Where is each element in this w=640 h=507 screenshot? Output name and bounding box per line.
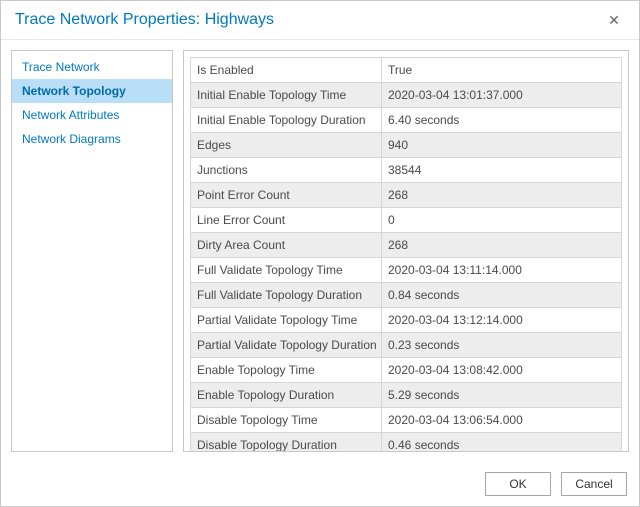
table-row: Full Validate Topology Time2020-03-04 13… (191, 258, 622, 283)
property-value: 2020-03-04 13:12:14.000 (382, 308, 622, 333)
cancel-button[interactable]: Cancel (561, 472, 627, 496)
property-value: 5.29 seconds (382, 383, 622, 408)
property-label: Disable Topology Time (191, 408, 382, 433)
property-value: 0.23 seconds (382, 333, 622, 358)
table-row: Initial Enable Topology Duration6.40 sec… (191, 108, 622, 133)
property-label: Partial Validate Topology Time (191, 308, 382, 333)
table-row: Disable Topology Duration0.46 seconds (191, 433, 622, 453)
property-value: 940 (382, 133, 622, 158)
dialog-body: Trace NetworkNetwork TopologyNetwork Att… (1, 40, 639, 462)
table-row: Initial Enable Topology Time2020-03-04 1… (191, 83, 622, 108)
close-icon[interactable]: ✕ (599, 12, 629, 29)
property-label: Partial Validate Topology Duration (191, 333, 382, 358)
property-label: Dirty Area Count (191, 233, 382, 258)
property-value: 2020-03-04 13:08:42.000 (382, 358, 622, 383)
property-value: 6.40 seconds (382, 108, 622, 133)
property-label: Full Validate Topology Duration (191, 283, 382, 308)
property-label: Point Error Count (191, 183, 382, 208)
property-value: 38544 (382, 158, 622, 183)
property-label: Junctions (191, 158, 382, 183)
titlebar: Trace Network Properties: Highways ✕ (1, 1, 639, 40)
property-value: 0.46 seconds (382, 433, 622, 453)
property-value: 0.84 seconds (382, 283, 622, 308)
property-value: 2020-03-04 13:01:37.000 (382, 83, 622, 108)
property-value: 0 (382, 208, 622, 233)
property-label: Initial Enable Topology Time (191, 83, 382, 108)
sidebar: Trace NetworkNetwork TopologyNetwork Att… (11, 50, 173, 452)
sidebar-item[interactable]: Network Diagrams (12, 127, 172, 151)
dialog-window: Trace Network Properties: Highways ✕ Tra… (0, 0, 640, 507)
table-row: Line Error Count0 (191, 208, 622, 233)
property-value: True (382, 58, 622, 83)
table-row: Edges940 (191, 133, 622, 158)
table-row: Junctions38544 (191, 158, 622, 183)
table-row: Partial Validate Topology Duration0.23 s… (191, 333, 622, 358)
property-label: Line Error Count (191, 208, 382, 233)
table-row: Is EnabledTrue (191, 58, 622, 83)
table-row: Point Error Count268 (191, 183, 622, 208)
table-row: Full Validate Topology Duration0.84 seco… (191, 283, 622, 308)
table-row: Enable Topology Duration5.29 seconds (191, 383, 622, 408)
property-label: Is Enabled (191, 58, 382, 83)
sidebar-item[interactable]: Trace Network (12, 55, 172, 79)
property-label: Initial Enable Topology Duration (191, 108, 382, 133)
property-label: Enable Topology Duration (191, 383, 382, 408)
properties-panel: Is EnabledTrueInitial Enable Topology Ti… (183, 50, 629, 452)
dialog-footer: OK Cancel (1, 462, 639, 506)
table-row: Dirty Area Count268 (191, 233, 622, 258)
sidebar-item[interactable]: Network Attributes (12, 103, 172, 127)
sidebar-item[interactable]: Network Topology (12, 79, 172, 103)
property-value: 2020-03-04 13:06:54.000 (382, 408, 622, 433)
dialog-title: Trace Network Properties: Highways (15, 11, 599, 29)
property-value: 2020-03-04 13:11:14.000 (382, 258, 622, 283)
property-label: Disable Topology Duration (191, 433, 382, 453)
property-value: 268 (382, 233, 622, 258)
table-row: Partial Validate Topology Time2020-03-04… (191, 308, 622, 333)
property-value: 268 (382, 183, 622, 208)
property-label: Edges (191, 133, 382, 158)
table-row: Enable Topology Time2020-03-04 13:08:42.… (191, 358, 622, 383)
property-label: Enable Topology Time (191, 358, 382, 383)
properties-table: Is EnabledTrueInitial Enable Topology Ti… (190, 57, 622, 452)
property-label: Full Validate Topology Time (191, 258, 382, 283)
table-row: Disable Topology Time2020-03-04 13:06:54… (191, 408, 622, 433)
ok-button[interactable]: OK (485, 472, 551, 496)
